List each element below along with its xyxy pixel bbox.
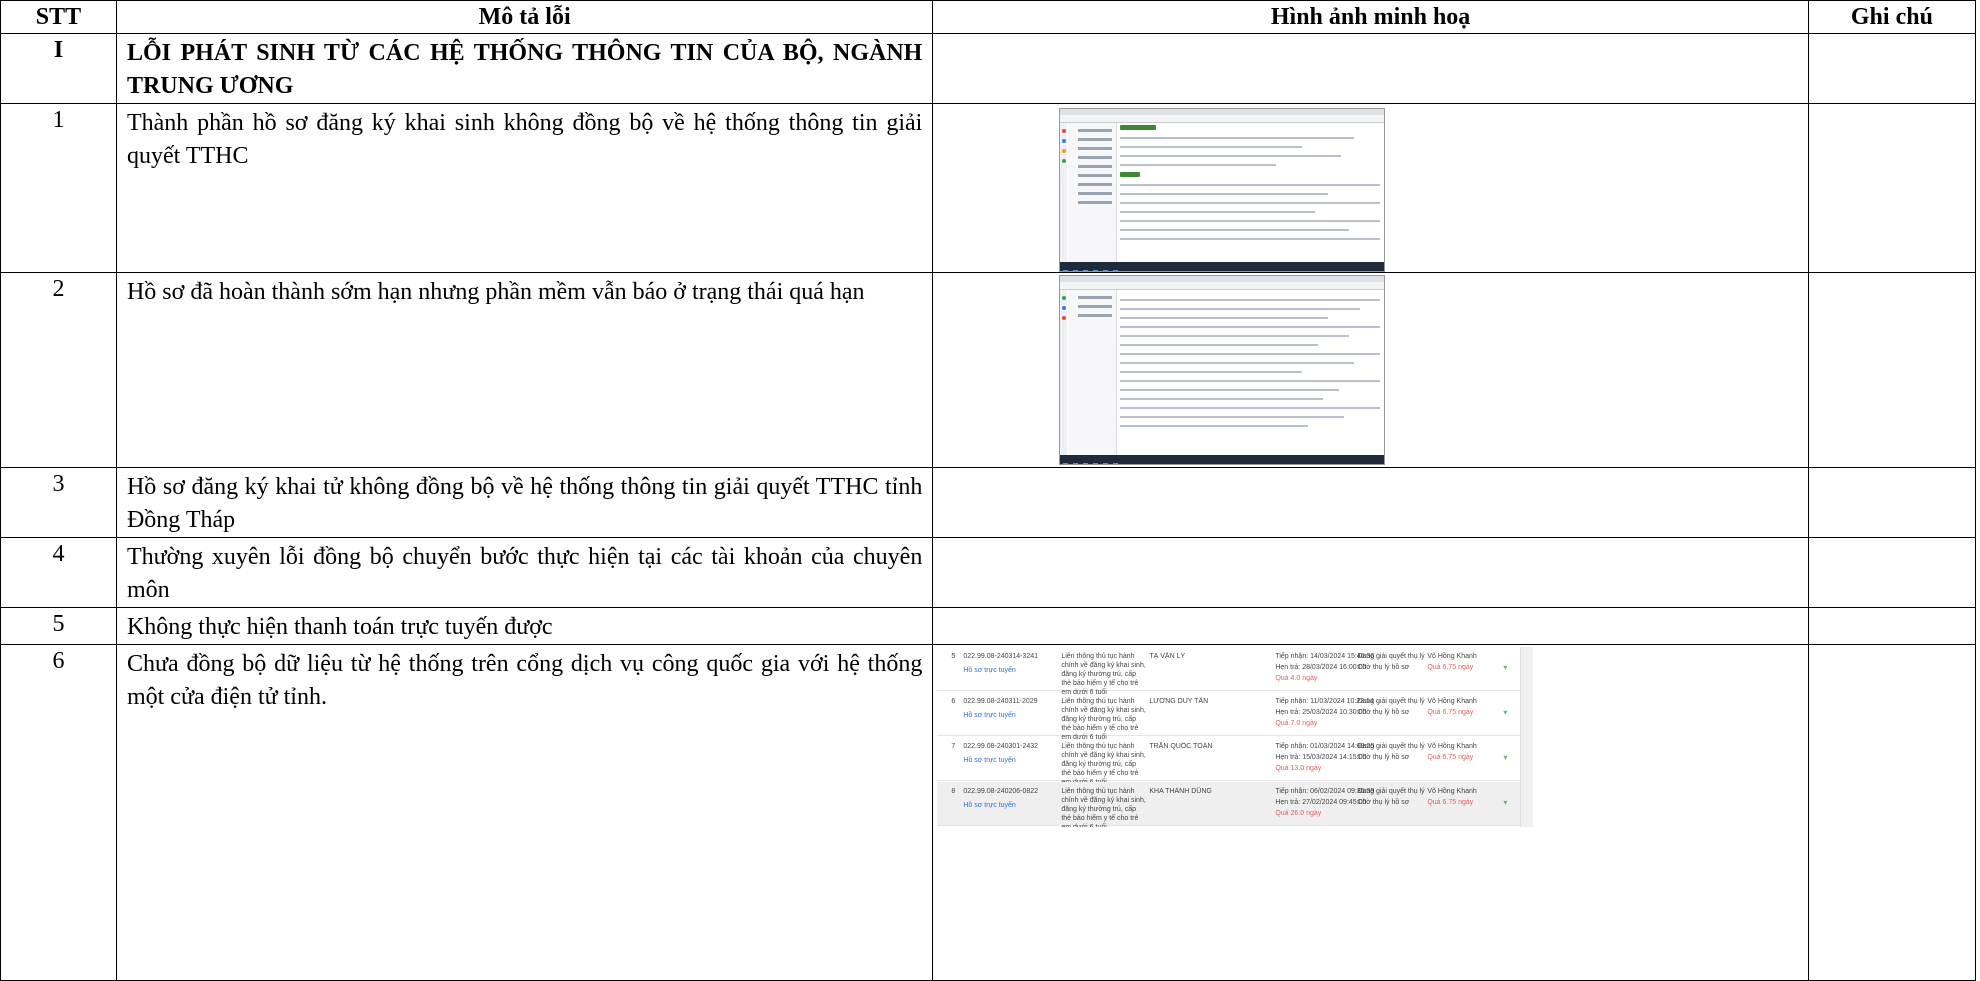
header-note: Ghi chú xyxy=(1807,0,1977,34)
cell-late: Quá 26.0 ngày xyxy=(1275,810,1322,817)
header-image: Hình ảnh minh hoạ xyxy=(932,0,1809,34)
cell-officer: Võ Hồng Khanh xyxy=(1427,698,1477,705)
section-title: LỖI PHÁT SINH TỪ CÁC HỆ THỐNG THÔNG TIN … xyxy=(115,33,934,104)
header-desc: Mô tả lỗi xyxy=(115,0,934,34)
cell-over: Quá 6.75 ngày xyxy=(1427,709,1474,716)
section-row: I LỖI PHÁT SINH TỪ CÁC HỆ THỐNG THÔNG TI… xyxy=(0,33,1977,104)
screenshot-row2 xyxy=(1059,275,1386,465)
cell-code: 022.99.08-240206-0822 xyxy=(963,788,1039,795)
cell-proc: Liên thông thủ tục hành chính về đăng ký… xyxy=(1061,743,1146,786)
row-stt: 5 xyxy=(0,607,117,645)
chevron-down-icon[interactable]: ▾ xyxy=(1503,798,1507,807)
chevron-down-icon[interactable]: ▾ xyxy=(1503,753,1507,762)
cell-no: 5 xyxy=(951,653,956,660)
section-stt: I xyxy=(0,33,117,104)
table-row: 5 Không thực hiện thanh toán trực tuyến … xyxy=(0,607,1977,645)
cell-code: 022.99.08-240311-2029 xyxy=(963,698,1038,705)
cell-channel: Hồ sơ trực tuyến xyxy=(963,667,1016,674)
cell-channel: Hồ sơ trực tuyến xyxy=(963,757,1016,764)
cell-late: Quá 7.0 ngày xyxy=(1275,720,1318,727)
cell-code: 022.99.08-240301-2432 xyxy=(963,743,1039,750)
table-row: 6 Chưa đồng bộ dữ liệu từ hệ thống trên … xyxy=(0,644,1977,981)
cell-proc: Liên thông thủ tục hành chính về đăng ký… xyxy=(1061,788,1146,827)
table-row: 1 Thành phần hồ sơ đăng ký khai sinh khô… xyxy=(0,103,1977,273)
table-row: 5 022.99.08-240314-3241 Hồ sơ trực tuyến Li… xyxy=(937,647,1534,696)
cell-no: 6 xyxy=(951,698,956,705)
header-stt: STT xyxy=(0,0,117,34)
image-cell xyxy=(932,103,1809,273)
row-stt: 6 xyxy=(0,644,117,981)
cell-name: LƯƠNG DUY TÂN xyxy=(1149,698,1209,705)
cell-status: Đang giải quyết thụ lý xyxy=(1357,788,1425,795)
cell-late: Quá 4.0 ngày xyxy=(1275,675,1318,682)
row-stt: 2 xyxy=(0,272,117,468)
cell-proc: Liên thông thủ tục hành chính về đăng ký… xyxy=(1061,698,1146,741)
header-row: STT Mô tả lỗi Hình ảnh minh hoạ Ghi chú xyxy=(0,0,1977,34)
cell-name: KHA THÀNH DŨNG xyxy=(1149,788,1212,795)
table-row: 8 022.99.08-240206-0822 Hồ sơ trực tuyến Li… xyxy=(937,782,1534,827)
cell-over: Quá 6.75 ngày xyxy=(1427,754,1474,761)
cell-name: TRẦN QUỐC TOÀN xyxy=(1149,743,1213,750)
cell-channel: Hồ sơ trực tuyến xyxy=(963,802,1016,809)
table-row: 2 Hồ sơ đã hoàn thành sớm hạn nhưng phần… xyxy=(0,272,1977,468)
cell-over: Quá 6.75 ngày xyxy=(1427,664,1474,671)
cell-no: 8 xyxy=(951,788,956,795)
cell-late: Quá 13.0 ngày xyxy=(1275,765,1322,772)
row-desc: Hồ sơ đăng ký khai tử không đồng bộ về h… xyxy=(115,467,934,538)
cell-proc: Liên thông thủ tục hành chính về đăng ký… xyxy=(1061,653,1146,696)
cell-officer: Võ Hồng Khanh xyxy=(1427,788,1477,795)
screenshot-row6: 5 022.99.08-240314-3241 Hồ sơ trực tuyến Li… xyxy=(937,647,1534,827)
chevron-down-icon[interactable]: ▾ xyxy=(1503,708,1507,717)
chevron-down-icon[interactable]: ▾ xyxy=(1503,663,1507,672)
table-row: 7 022.99.08-240301-2432 Hồ sơ trực tuyến Li… xyxy=(937,737,1534,786)
row-stt: 3 xyxy=(0,467,117,538)
cell-code: 022.99.08-240314-3241 xyxy=(963,653,1039,660)
row-desc: Thường xuyên lỗi đồng bộ chuyển bước thự… xyxy=(115,537,934,608)
row-desc: Hồ sơ đã hoàn thành sớm hạn nhưng phần m… xyxy=(115,272,934,468)
cell-step: Chờ thụ lý hồ sơ xyxy=(1357,664,1410,671)
row-stt: 1 xyxy=(0,103,117,273)
scrollbar xyxy=(1520,647,1534,827)
screenshot-row1 xyxy=(1059,108,1386,272)
row-desc: Thành phần hồ sơ đăng ký khai sinh không… xyxy=(115,103,934,273)
image-cell xyxy=(932,272,1809,468)
cell-over: Quá 6.75 ngày xyxy=(1427,799,1474,806)
cell-no: 7 xyxy=(951,743,956,750)
cell-status: Đang giải quyết thụ lý xyxy=(1357,653,1425,660)
table-row: 6 022.99.08-240311-2029 Hồ sơ trực tuyến Li… xyxy=(937,692,1534,741)
row-desc: Không thực hiện thanh toán trực tuyến đư… xyxy=(115,607,934,645)
cell-status: Đang giải quyết thụ lý xyxy=(1357,743,1425,750)
table-row: 3 Hồ sơ đăng ký khai tử không đồng bộ về… xyxy=(0,467,1977,538)
cell-step: Chờ thụ lý hồ sơ xyxy=(1357,754,1410,761)
image-cell: 5 022.99.08-240314-3241 Hồ sơ trực tuyến Li… xyxy=(932,644,1809,981)
cell-step: Chờ thụ lý hồ sơ xyxy=(1357,799,1410,806)
row-stt: 4 xyxy=(0,537,117,608)
cell-channel: Hồ sơ trực tuyến xyxy=(963,712,1016,719)
cell-name: TẠ VĂN LÝ xyxy=(1149,653,1186,660)
cell-officer: Võ Hồng Khanh xyxy=(1427,743,1477,750)
error-report-table: STT Mô tả lỗi Hình ảnh minh hoạ Ghi chú … xyxy=(0,0,1977,981)
table-row: 4 Thường xuyên lỗi đồng bộ chuyển bước t… xyxy=(0,537,1977,608)
row-desc: Chưa đồng bộ dữ liệu từ hệ thống trên cổ… xyxy=(115,644,934,981)
cell-step: Chờ thụ lý hồ sơ xyxy=(1357,709,1410,716)
cell-status: Đang giải quyết thụ lý xyxy=(1357,698,1425,705)
cell-officer: Võ Hồng Khanh xyxy=(1427,653,1477,660)
